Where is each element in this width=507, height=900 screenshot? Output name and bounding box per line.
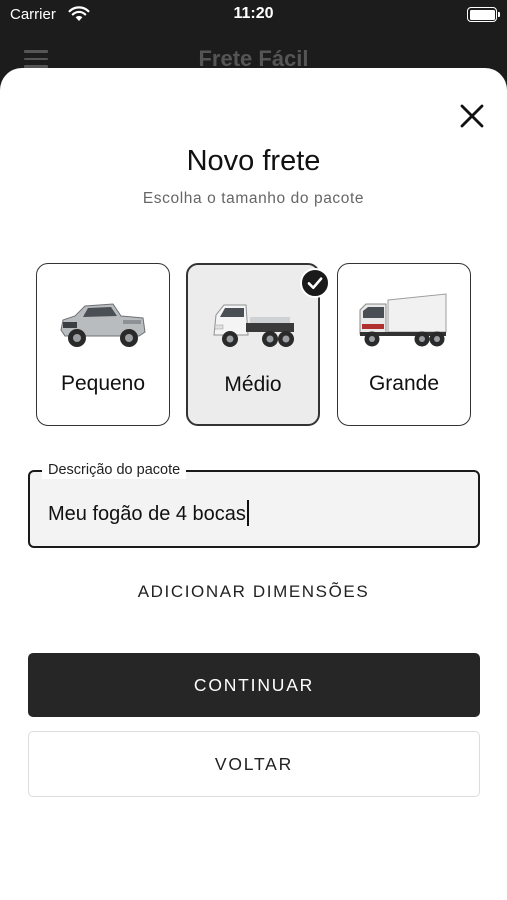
back-button[interactable]: VOLTAR [28,731,480,797]
continue-button[interactable]: CONTINUAR [28,653,480,717]
package-description-input[interactable]: Meu fogão de 4 bocas [48,500,249,526]
status-bar: Carrier 11:20 [0,0,507,32]
size-card-grande[interactable]: Grande [337,263,471,426]
size-label-medio: Médio [224,373,282,396]
sheet-subtitle: Escolha o tamanho do pacote [142,190,365,207]
size-card-pequeno[interactable]: Pequeno [36,263,170,426]
close-icon[interactable] [457,101,487,131]
package-description-label: Descrição do pacote [42,461,187,479]
status-time: 11:20 [233,5,274,22]
battery-icon [467,7,500,22]
pickup-truck-icon [60,303,146,347]
new-freight-sheet: Novo frete Escolha o tamanho do pacote P… [0,68,507,900]
size-label-grande: Grande [368,372,440,395]
checkmark-icon [300,268,330,298]
package-description-field[interactable]: Descrição do pacote Meu fogão de 4 bocas [28,461,480,548]
size-label-pequeno: Pequeno [60,372,146,395]
light-truck-icon [213,304,294,347]
add-dimensions-button[interactable]: ADICIONAR DIMENSÕES [0,582,507,602]
box-truck-icon [359,293,447,347]
sheet-title: Novo frete [186,145,321,177]
